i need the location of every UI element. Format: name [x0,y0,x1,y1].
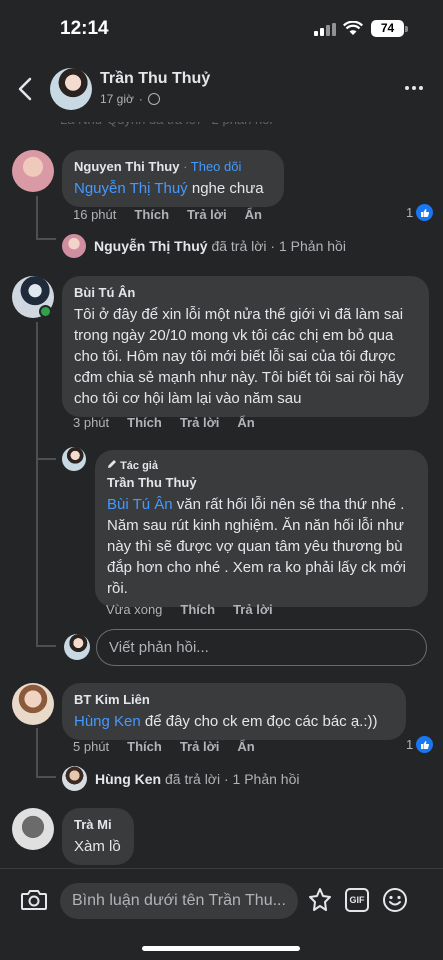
author-avatar[interactable] [50,68,92,110]
mention-link[interactable]: Nguyễn Thị Thuý [74,180,188,197]
reply-summary-text: đã trả lời · 1 Phản hồi [211,238,346,254]
mention-link[interactable]: Hùng Ken [74,713,141,730]
author-name[interactable]: Trần Thu Thuỷ [100,70,210,88]
thread-line [36,458,56,460]
like-count: 1 [406,737,414,752]
thread-line [36,645,56,647]
reply-actions: Vừa xong Thích Trả lời [106,602,291,617]
pencil-icon [108,460,116,468]
reply-summary-text: đã trả lời · 1 Phản hồi [165,770,300,787]
like-button[interactable]: Thích [180,602,215,617]
comment-text: nghe chưa [187,180,264,197]
thread-line [36,196,38,240]
reply-summary[interactable]: Nguyễn Thị Thuý đã trả lời · 1 Phản hồi [62,234,346,258]
online-status-dot [39,305,52,318]
thread-line [36,322,38,647]
gif-icon[interactable]: GIF [345,888,369,912]
thread-line [36,776,56,778]
status-time: 12:14 [60,18,109,39]
comment-actions: 5 phút Thích Trả lời Ẩn [73,739,273,754]
hide-button[interactable]: Ẩn [245,207,262,222]
comment-bubble: Nguyen Thi Thuy · Theo dõi Nguyễn Thị Th… [62,150,284,207]
like-count: 1 [406,205,414,220]
reply-avatar [62,234,86,258]
reply-button[interactable]: Trả lời [233,602,273,617]
status-bar: 12:14 74 [0,0,443,58]
back-button[interactable] [12,74,38,104]
more-options-button[interactable] [405,86,423,90]
hide-button[interactable]: Ẩn [237,739,254,754]
reply-avatar[interactable] [62,447,86,471]
mention-link[interactable]: Bùi Tú Ân [107,496,173,513]
like-button[interactable]: Thích [134,207,169,222]
thread-line [36,238,56,240]
reaction-count[interactable]: 1 [406,736,434,753]
comment-author[interactable]: BT Kim Liên [74,691,394,709]
author-badge: Tác giả [120,460,158,472]
battery-icon: 74 [371,20,404,37]
home-indicator [142,946,300,951]
reply-button[interactable]: Trả lời [187,207,227,222]
post-meta: 17 giờ · [100,92,160,106]
like-button[interactable]: Thích [127,739,162,754]
comment-bubble: Bùi Tú Ân Tôi ở đây để xin lỗi một nửa t… [62,276,429,417]
comment-actions: 3 phút Thích Trả lời Ẩn [73,415,273,430]
commenter-avatar[interactable] [12,808,54,850]
thumbs-up-icon [416,736,434,753]
reply-author[interactable]: Trần Thu Thuỷ [107,474,416,492]
hide-button[interactable]: Ẩn [237,415,254,430]
comment-time: 5 phút [73,739,110,754]
comment-text: Tôi ở đây để xin lỗi một nửa thế giới vì… [74,306,404,407]
comment-bubble: BT Kim Liên Hùng Ken để đây cho ck em đọ… [62,683,406,740]
thread-line [36,728,38,778]
reply-time: Vừa xong [106,602,163,617]
commenter-avatar[interactable] [12,683,54,725]
globe-icon [147,93,160,105]
post-time: 17 giờ [100,92,134,106]
commenter-avatar[interactable] [12,150,54,192]
follow-link[interactable]: · Theo dõi [183,159,241,174]
thumbs-up-icon [416,204,434,221]
comment-actions: 16 phút Thích Trả lời Ẩn [73,207,280,222]
reply-input[interactable]: Viết phản hồi... [96,629,427,666]
comment-author[interactable]: Bùi Tú Ân [74,284,417,302]
camera-icon[interactable] [20,888,48,912]
comment-author[interactable]: Trà Mi [74,816,122,834]
comment-time: 3 phút [73,415,110,430]
wifi-icon [343,21,363,35]
chevron-left-icon [18,77,32,101]
post-header: Trần Thu Thuỷ 17 giờ · [0,58,443,122]
reply-summary-name: Nguyễn Thị Thuý [94,238,208,254]
my-avatar [64,634,90,660]
like-button[interactable]: Thích [127,415,162,430]
comment-bubble: Trà Mi Xàm lồ [62,808,134,865]
reply-button[interactable]: Trả lời [180,739,220,754]
reply-bubble: Tác giả Trần Thu Thuỷ Bùi Tú Ân văn rất … [95,450,428,607]
signal-icon [314,23,336,36]
reply-summary[interactable]: Hùng Ken đã trả lời · 1 Phản hồi [62,766,299,791]
battery-tip [405,26,408,32]
comment-time: 16 phút [73,207,117,222]
reply-button[interactable]: Trả lời [180,415,220,430]
comment-composer: Bình luận dưới tên Trần Thu... GIF [0,868,443,960]
sticker-icon[interactable] [307,887,333,913]
comment-input[interactable]: Bình luận dưới tên Trần Thu... [60,883,298,919]
reaction-count[interactable]: 1 [406,204,434,221]
emoji-icon[interactable] [382,887,408,913]
reply-avatar [62,766,87,791]
reply-summary-name: Hùng Ken [95,770,162,787]
comment-author[interactable]: Nguyen Thi Thuy [74,159,179,174]
comment-text: để đây cho ck em đọc các bác ạ.:)) [140,713,378,730]
comment-text: Xàm lồ [74,838,121,855]
